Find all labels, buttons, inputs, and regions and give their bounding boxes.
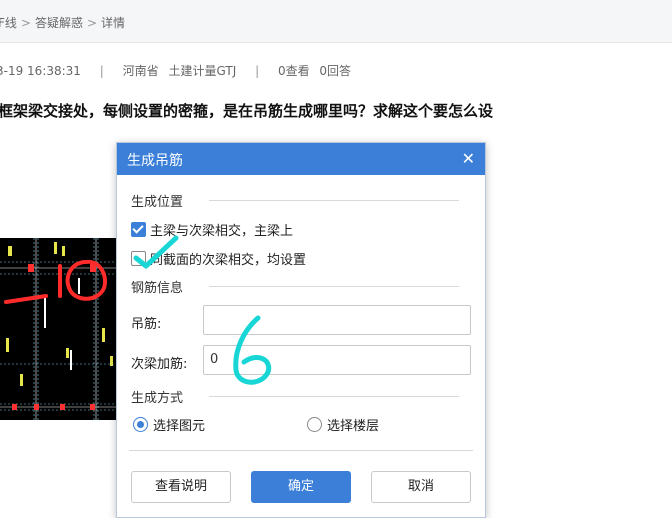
cancel-button[interactable]: 取消 [371,471,471,503]
dialog-title: 生成吊筋 [127,153,183,169]
post-province: 河南省 [122,64,159,78]
checkbox-main-beam-label: 主梁与次梁相交，主梁上 [150,224,294,239]
dialog-titlebar[interactable]: 生成吊筋 ✕ [117,143,485,175]
checkbox-checked-icon[interactable] [131,222,146,237]
hanger-label: 吊筋: [131,317,162,332]
group-divider [209,396,459,397]
post-views: 0查看 [277,64,310,78]
breadcrumb: F线 > 答疑解惑 > 详情 [0,14,125,31]
post-answers: 0回答 [319,64,352,78]
cad-drawing-image [0,238,122,420]
breadcrumb-bar: F线 > 答疑解惑 > 详情 [0,0,672,43]
breadcrumb-item-2[interactable]: 答疑解惑 [35,16,83,30]
post-category[interactable]: 土建计量GTJ [169,64,237,78]
radio-select-floor-label: 选择楼层 [327,419,380,434]
rebar-group: 钢筋信息 [131,277,471,296]
hanger-input[interactable] [203,305,471,335]
help-button[interactable]: 查看说明 [131,471,231,503]
breadcrumb-item-3: 详情 [101,16,126,30]
radio-select-element[interactable]: 选择图元 [133,415,205,434]
mode-group-label: 生成方式 [131,391,184,406]
close-icon[interactable]: ✕ [462,149,475,168]
radio-select-floor[interactable]: 选择楼层 [307,415,379,434]
meta-divider: | [255,64,260,78]
radio-select-element-label: 选择图元 [153,419,206,434]
breadcrumb-separator: > [20,16,31,30]
breadcrumb-item-1[interactable]: F线 [0,16,17,30]
checkbox-same-section-label: 同截面的次梁相交，均设置 [150,253,307,268]
radio-unselected-icon[interactable] [307,417,322,432]
question-title: 框架梁交接处，每侧设置的密箍，是在吊筋生成哪里吗？求解这个要怎么设 [0,102,494,120]
meta-divider: | [99,64,104,78]
footer-divider [129,450,473,451]
position-group-label: 生成位置 [131,195,184,210]
group-divider [209,286,459,287]
checkbox-main-beam[interactable]: 主梁与次梁相交，主梁上 [131,220,293,239]
post-datetime: 3-19 16:38:31 [0,64,81,78]
mode-group: 生成方式 [131,387,471,406]
secondary-beam-input[interactable]: 0 [203,345,471,375]
radio-selected-icon[interactable] [133,417,148,432]
rebar-group-label: 钢筋信息 [131,281,184,296]
checkbox-same-section[interactable]: 同截面的次梁相交，均设置 [131,249,306,268]
secondary-beam-label: 次梁加筋: [131,357,188,372]
position-group: 生成位置 [131,191,471,210]
generate-hanger-dialog: 生成吊筋 ✕ 生成位置 主梁与次梁相交，主梁上 同截面的次梁相交，均设置 钢筋信… [116,142,486,518]
post-meta: 3-19 16:38:31 | 河南省 土建计量GTJ | 0查看 0回答 [0,62,351,79]
checkbox-unchecked-icon[interactable] [131,251,146,266]
breadcrumb-separator: > [86,16,98,30]
group-divider [209,200,459,201]
ok-button[interactable]: 确定 [251,471,351,503]
